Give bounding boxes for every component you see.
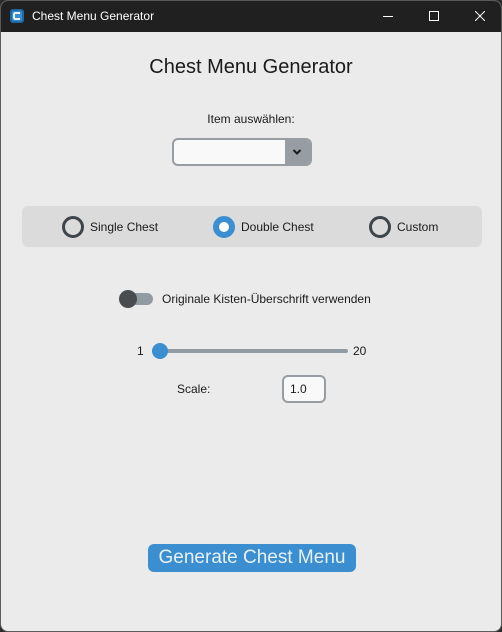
minimize-button[interactable]	[365, 1, 411, 32]
scale-input[interactable]	[282, 375, 326, 403]
title-bar[interactable]: Chest Menu Generator	[1, 1, 501, 32]
slider-min-label: 1	[137, 344, 144, 358]
app-window: Chest Menu Generator Chest Menu Generato…	[0, 0, 502, 632]
slider-max-label: 20	[353, 344, 367, 358]
radio-label[interactable]: Custom	[397, 220, 438, 234]
radio-circle[interactable]	[213, 216, 235, 238]
app-icon	[10, 9, 24, 23]
switch-knob[interactable]	[119, 290, 137, 308]
original-title-switch[interactable]	[119, 290, 153, 308]
slider-thumb[interactable]	[152, 343, 168, 359]
minimize-icon	[383, 16, 393, 17]
radio-label[interactable]: Single Chest	[90, 220, 158, 234]
scale-label: Scale:	[177, 382, 211, 396]
radio-circle[interactable]	[62, 216, 84, 238]
radio-label[interactable]: Double Chest	[241, 220, 314, 234]
chest-type-group: Single Chest Double Chest Custom	[22, 206, 482, 247]
generate-chest-menu-button[interactable]: Generate Chest Menu	[148, 544, 356, 572]
combobox-dropdown-button[interactable]	[285, 140, 310, 164]
close-icon	[475, 11, 485, 21]
radio-circle[interactable]	[369, 216, 391, 238]
slider-track[interactable]	[152, 349, 348, 353]
maximize-button[interactable]	[411, 1, 457, 32]
chevron-down-icon	[292, 149, 302, 155]
item-combobox[interactable]	[172, 138, 312, 166]
page-title: Chest Menu Generator	[149, 56, 353, 78]
maximize-icon	[429, 11, 439, 21]
original-title-switch-label[interactable]: Originale Kisten-Überschrift verwenden	[162, 292, 371, 306]
window-title: Chest Menu Generator	[32, 9, 155, 23]
size-slider[interactable]	[152, 342, 348, 360]
close-button[interactable]	[457, 1, 501, 32]
item-select-label: Item auswählen:	[207, 112, 295, 126]
